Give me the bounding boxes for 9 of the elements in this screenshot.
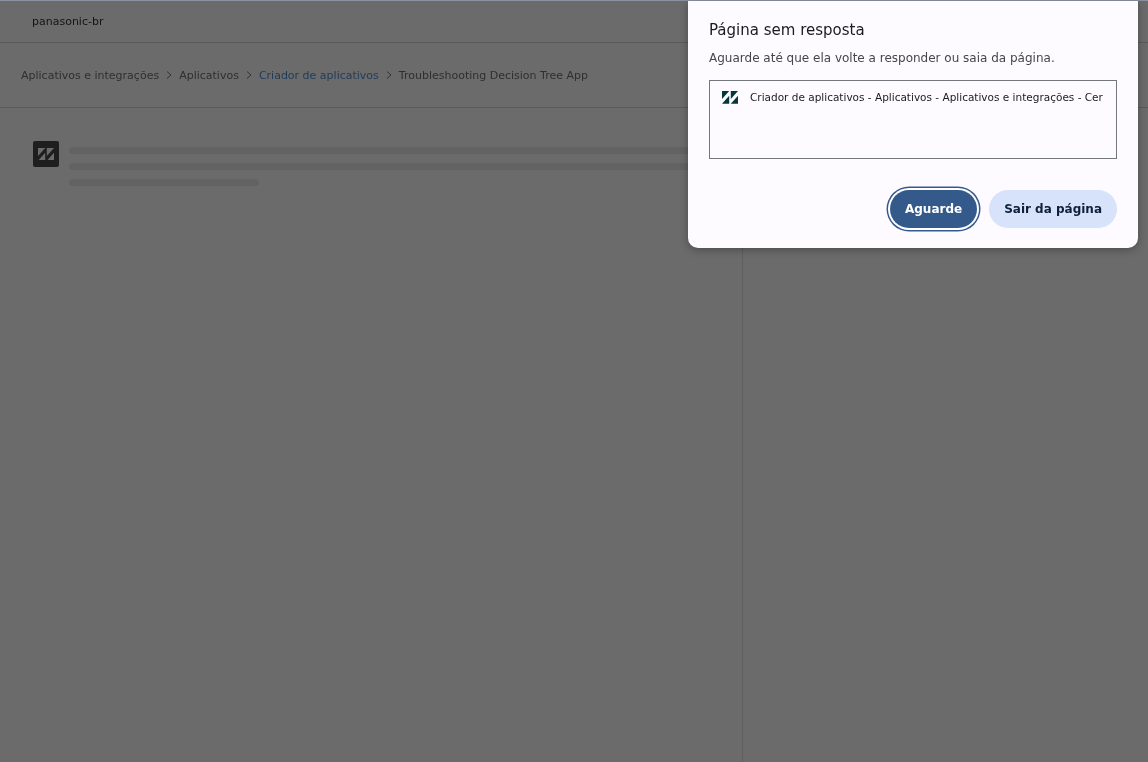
page-title: Criador de aplicativos - Aplicativos - Aplicativos e integrações - Cer — [750, 91, 1103, 104]
dialog-message: Aguarde até que ela volte a responder ou saia da página. — [709, 51, 1056, 65]
breadcrumb-item: Aplicativos e integrações — [21, 68, 160, 82]
dialog-title: Página sem resposta — [709, 21, 866, 39]
breadcrumb-item: Troubleshooting Decision Tree App — [398, 68, 588, 82]
breadcrumb-item: Aplicativos — [179, 68, 239, 82]
leave-page-button[interactable]: Sair da página — [989, 190, 1117, 228]
wait-button[interactable]: Aguarde — [889, 190, 978, 228]
account-name: panasonic-br — [32, 15, 104, 28]
